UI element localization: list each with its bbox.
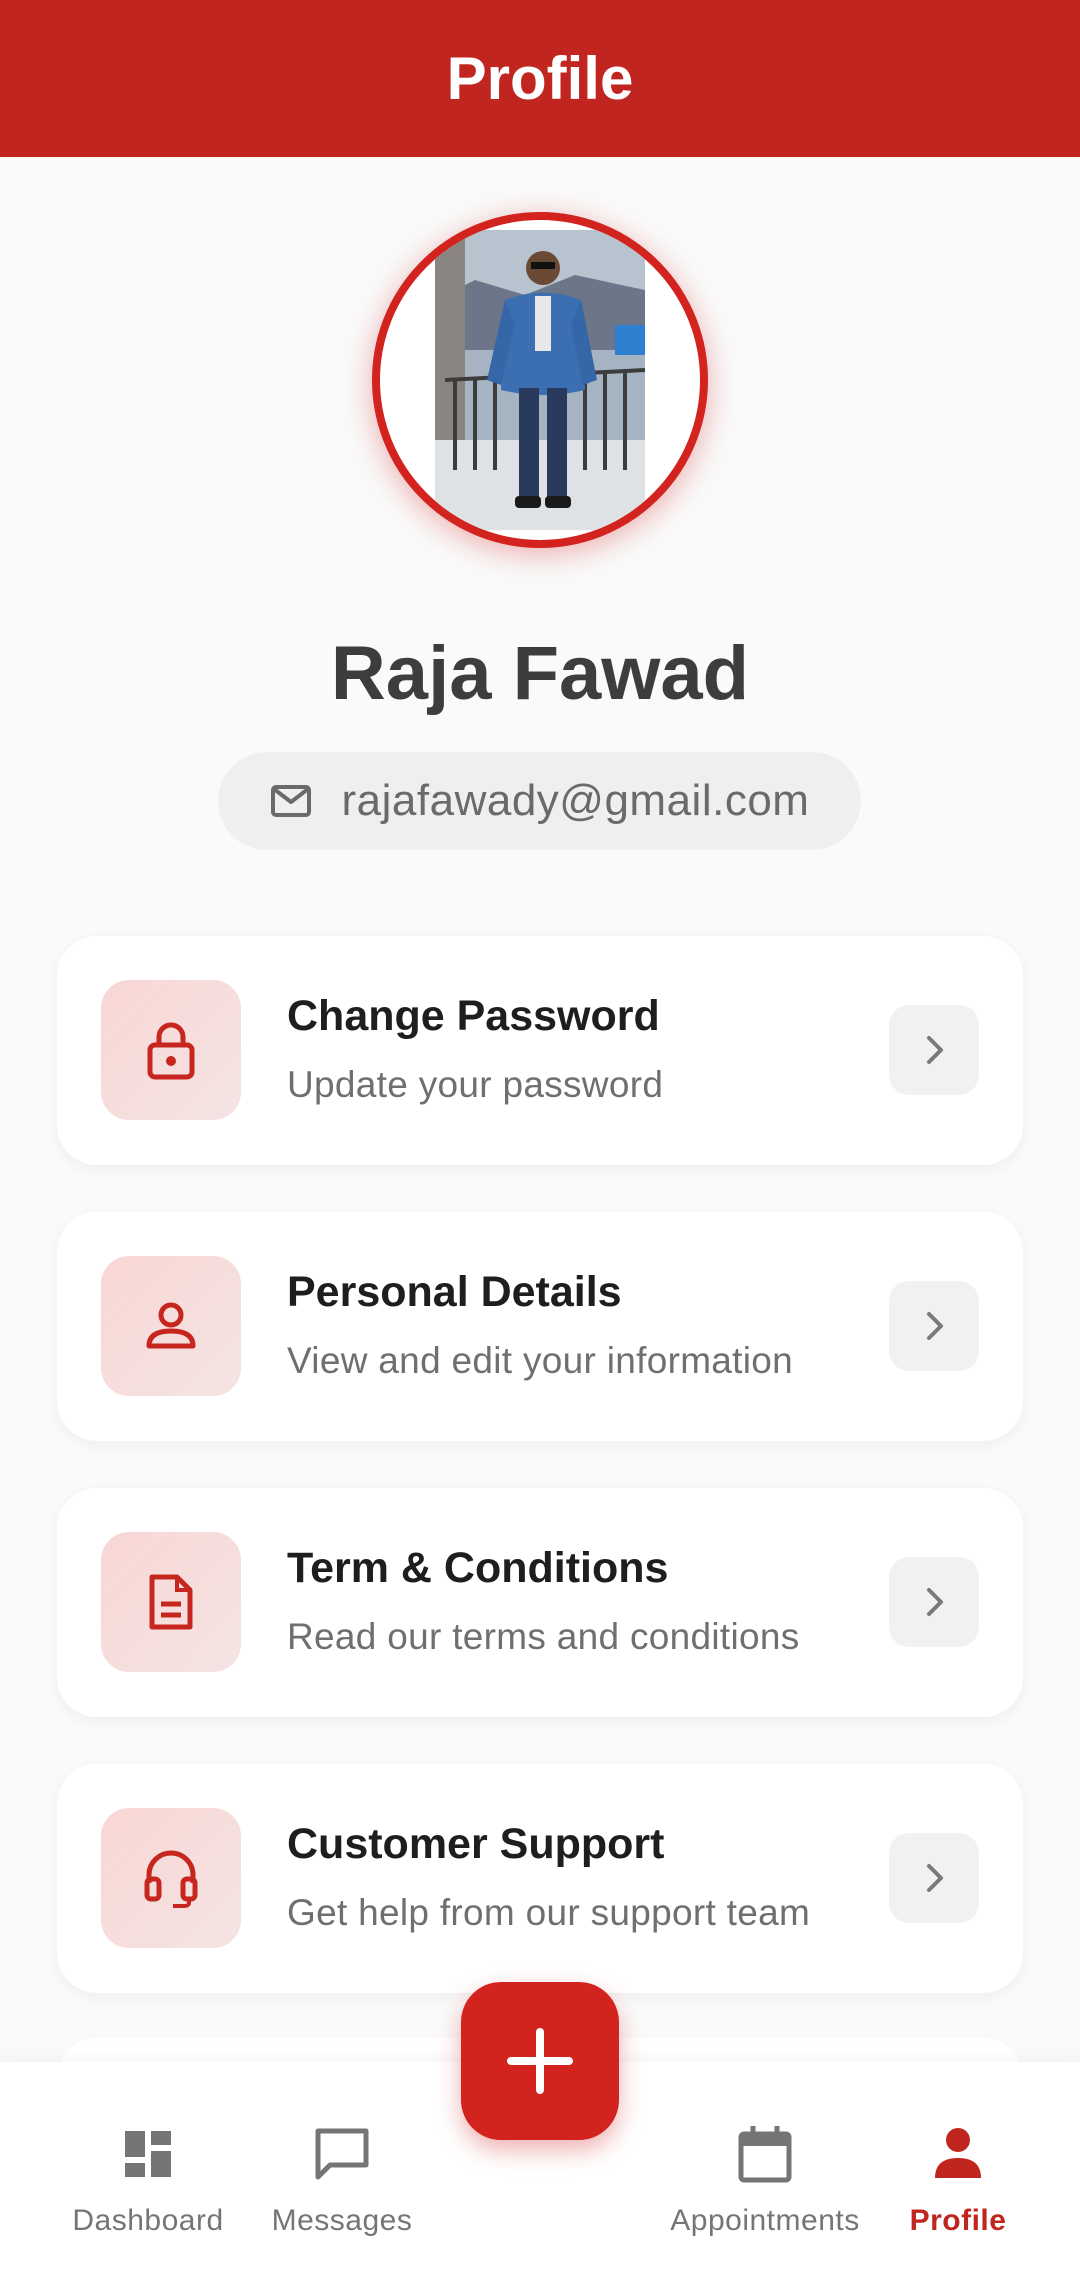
menu-item-title: Term & Conditions [287,1544,669,1592]
app-header: Profile [0,0,1080,157]
menu-item-subtitle: Update your password [287,1064,664,1105]
nav-item-appointments[interactable]: Appointments [660,2062,870,2285]
chevron-right-icon[interactable] [889,1281,979,1371]
user-name: Raja Fawad [330,631,750,716]
nav-label: Messages [271,2204,413,2237]
menu-item-title: Customer Support [287,1820,665,1868]
menu-item-customer-support[interactable]: Customer Support Get help from our suppo… [57,1764,1023,1993]
chevron-right-icon[interactable] [889,1833,979,1923]
plus-icon [507,2028,573,2094]
menu-item-terms-conditions[interactable]: Term & Conditions Read our terms and con… [57,1488,1023,1717]
menu-item-title: Change Password [287,992,660,1040]
menu-item-subtitle: View and edit your information [287,1340,794,1381]
person-icon [146,1302,196,1349]
nav-item-profile[interactable]: Profile [898,2062,1018,2285]
menu-item-title: Personal Details [287,1268,622,1316]
avatar-photo [435,230,645,530]
person-icon [935,2128,981,2178]
menu-icon-container [101,1808,241,1948]
message-icon [315,2128,369,2180]
calendar-icon [738,2126,792,2183]
nav-label: Profile [909,2204,1007,2237]
nav-label: Dashboard [72,2204,224,2237]
email-badge: rajafawady@gmail.com [218,752,861,850]
menu-item-personal-details[interactable]: Personal Details View and edit your info… [57,1212,1023,1441]
menu-icon-container [101,980,241,1120]
nav-item-messages[interactable]: Messages [262,2062,422,2285]
nav-label: Appointments [670,2204,860,2237]
menu-icon-container [101,1532,241,1672]
menu-item-change-password[interactable]: Change Password Update your password [57,936,1023,1165]
chevron-right-icon[interactable] [889,1005,979,1095]
menu-icon-container [101,1256,241,1396]
mail-icon [270,785,311,817]
menu-item-subtitle: Read our terms and conditions [287,1616,800,1657]
page-title: Profile [446,45,634,112]
dashboard-icon [125,2131,171,2177]
headset-icon [144,1850,198,1908]
add-button[interactable] [461,1982,619,2140]
email-text: rajafawady@gmail.com [341,776,810,825]
document-icon [149,1574,193,1630]
chevron-right-icon[interactable] [889,1557,979,1647]
nav-item-dashboard[interactable]: Dashboard [58,2062,238,2285]
avatar[interactable] [372,212,708,548]
menu-item-subtitle: Get help from our support team [287,1892,811,1933]
lock-icon [147,1022,195,1080]
